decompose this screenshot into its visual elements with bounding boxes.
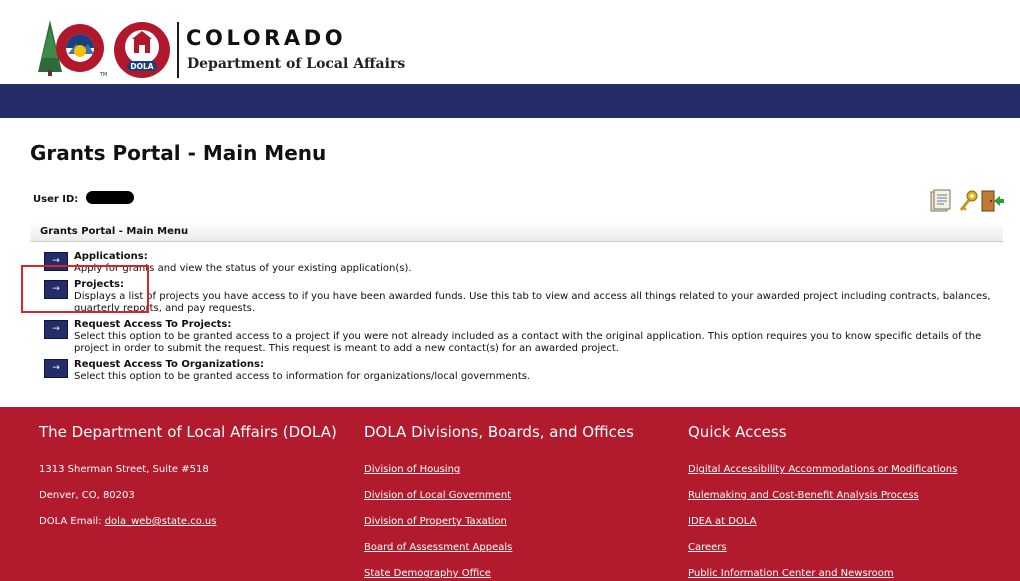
menu-header: Grants Portal - Main Menu xyxy=(30,222,1003,242)
department-name: Department of Local Affairs xyxy=(187,56,406,72)
footer-link-public-information-center[interactable]: Public Information Center and Newsroom xyxy=(688,568,894,580)
site-footer: The Department of Local Affairs (DOLA) 1… xyxy=(0,407,1020,581)
colorado-logo[interactable]: TM xyxy=(36,18,110,78)
svg-text:DOLA: DOLA xyxy=(130,62,153,71)
projects-highlight-box xyxy=(21,265,149,313)
footer-address: 1313 Sherman Street, Suite #518 xyxy=(39,464,209,475)
dola-seal-logo[interactable]: DOLA xyxy=(113,21,171,79)
request-projects-button[interactable]: → xyxy=(44,320,68,339)
footer-link-division-of-property-taxation[interactable]: Division of Property Taxation xyxy=(364,516,507,528)
footer-link-careers[interactable]: Careers xyxy=(688,542,727,554)
request-projects-title: Request Access To Projects: xyxy=(74,319,232,330)
footer-about-heading: The Department of Local Affairs (DOLA) xyxy=(39,423,337,441)
footer-link-division-of-housing[interactable]: Division of Housing xyxy=(364,464,460,476)
applications-title: Applications: xyxy=(74,251,148,262)
request-organizations-title: Request Access To Organizations: xyxy=(74,359,264,370)
projects-description: Displays a list of projects you have acc… xyxy=(74,291,991,314)
user-id-label: User ID: xyxy=(33,194,79,205)
footer-email-label: DOLA Email: xyxy=(39,516,102,527)
exit-door-icon[interactable] xyxy=(981,190,1004,212)
footer-link-rulemaking[interactable]: Rulemaking and Cost-Benefit Analysis Pro… xyxy=(688,490,919,502)
state-name: COLORADO xyxy=(186,26,347,50)
toolbar-icons xyxy=(930,189,1004,213)
report-icon[interactable] xyxy=(930,189,951,212)
request-projects-description: Select this option to be granted access … xyxy=(74,331,982,354)
svg-text:TM: TM xyxy=(99,72,107,78)
footer-link-board-of-assessment-appeals[interactable]: Board of Assessment Appeals xyxy=(364,542,512,554)
site-header: TM DOLA COLORADO Department of Local Aff… xyxy=(0,0,1020,84)
request-organizations-description: Select this option to be granted access … xyxy=(74,371,531,382)
menu-heading: Grants Portal - Main Menu xyxy=(40,226,189,237)
footer-link-digital-accessibility[interactable]: Digital Accessibility Accommodations or … xyxy=(688,464,957,476)
footer-email-link[interactable]: dola_web@state.co.us xyxy=(105,516,217,527)
footer-link-state-demography-office[interactable]: State Demography Office xyxy=(364,568,491,580)
footer-link-division-of-local-government[interactable]: Division of Local Government xyxy=(364,490,511,502)
footer-city: Denver, CO, 80203 xyxy=(39,490,135,501)
page-title: Grants Portal - Main Menu xyxy=(30,141,327,165)
applications-description: Apply for grants and view the status of … xyxy=(74,263,412,274)
footer-divisions-heading: DOLA Divisions, Boards, and Offices xyxy=(364,423,634,441)
request-organizations-button[interactable]: → xyxy=(44,359,68,378)
footer-link-idea-at-dola[interactable]: IDEA at DOLA xyxy=(688,516,756,528)
footer-quick-access-heading: Quick Access xyxy=(688,423,787,441)
main-menu-panel: Grants Portal - Main Menu → Applications… xyxy=(30,222,1003,392)
logo-divider xyxy=(177,22,179,78)
navigation-bar xyxy=(0,84,1020,118)
redacted-user-id xyxy=(86,191,134,204)
footer-email-line: DOLA Email: dola_web@state.co.us xyxy=(39,516,216,528)
key-icon[interactable] xyxy=(959,190,978,211)
